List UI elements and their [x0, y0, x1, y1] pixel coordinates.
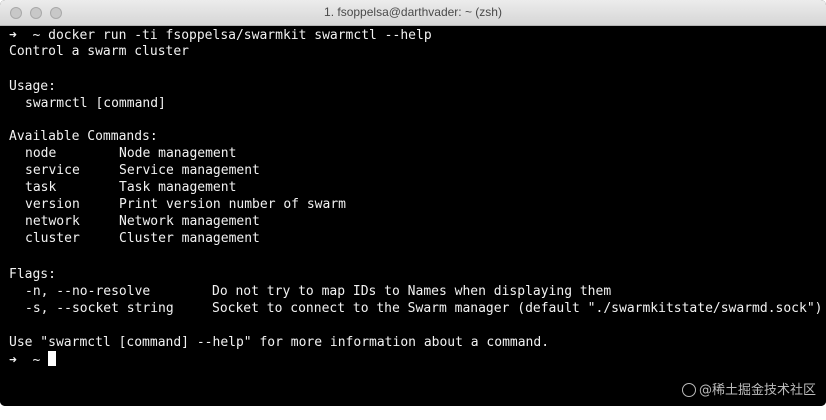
flag-desc: Socket to connect to the Swarm manager (…: [212, 301, 823, 316]
flag-name: -n, --no-resolve: [25, 284, 151, 299]
command-row: service Service management: [25, 162, 260, 179]
watermark: @稀土掘金技术社区: [681, 379, 816, 398]
command-name: network: [25, 214, 80, 229]
terminal-output[interactable]: ➜ ~ docker run -ti fsoppelsa/swarmkit sw…: [0, 26, 826, 406]
command-name: version: [25, 197, 80, 212]
command-row: network Network management: [25, 213, 260, 230]
footer-line: Use "swarmctl [command] --help" for more…: [9, 335, 550, 350]
command-row: cluster Cluster management: [25, 230, 260, 247]
command-row: node Node management: [25, 145, 236, 162]
command-name: service: [25, 163, 80, 178]
command-desc: Cluster management: [119, 231, 260, 246]
command-desc: Network management: [119, 214, 260, 229]
command-name: cluster: [25, 231, 80, 246]
command-desc: Task management: [119, 180, 237, 195]
flag-row: -s, --socket string Socket to connect to …: [25, 300, 822, 317]
usage-line: swarmctl [command]: [25, 96, 166, 111]
command-name: node: [25, 146, 57, 161]
final-prompt-line[interactable]: ➜ ~: [9, 351, 57, 369]
flag-row: -n, --no-resolve Do not try to map IDs to…: [25, 283, 611, 300]
flag-name: -s, --socket string: [25, 301, 174, 316]
watermark-logo-icon: [681, 383, 696, 397]
command-text: docker run -ti fsoppelsa/swarmkit swarmc…: [48, 28, 432, 43]
description-line: Control a swarm cluster: [9, 44, 190, 59]
commands-heading: Available Commands:: [9, 129, 158, 144]
flag-desc: Do not try to map IDs to Names when disp…: [212, 284, 612, 299]
watermark-text: @稀土掘金技术社区: [698, 383, 816, 398]
command-desc: Node management: [119, 146, 237, 161]
prompt-arrow: ➜ ~: [9, 28, 41, 43]
command-desc: Service management: [119, 163, 260, 178]
window-title: 1. fsoppelsa@darthvader: ~ (zsh): [324, 5, 502, 19]
terminal-window: 1. fsoppelsa@darthvader: ~ (zsh) ➜ ~ doc…: [0, 0, 826, 406]
command-row: task Task management: [25, 179, 236, 196]
prompt-arrow: ➜ ~: [9, 353, 41, 368]
command-line: ➜ ~ docker run -ti fsoppelsa/swarmkit sw…: [9, 27, 432, 44]
text-cursor: [48, 351, 57, 366]
command-desc: Print version number of swarm: [119, 197, 346, 212]
flags-heading: Flags:: [9, 267, 56, 282]
title-bar[interactable]: 1. fsoppelsa@darthvader: ~ (zsh): [0, 0, 826, 26]
command-name: task: [25, 180, 57, 195]
usage-heading: Usage:: [9, 79, 56, 94]
command-row: version Print version number of swarm: [25, 196, 346, 213]
